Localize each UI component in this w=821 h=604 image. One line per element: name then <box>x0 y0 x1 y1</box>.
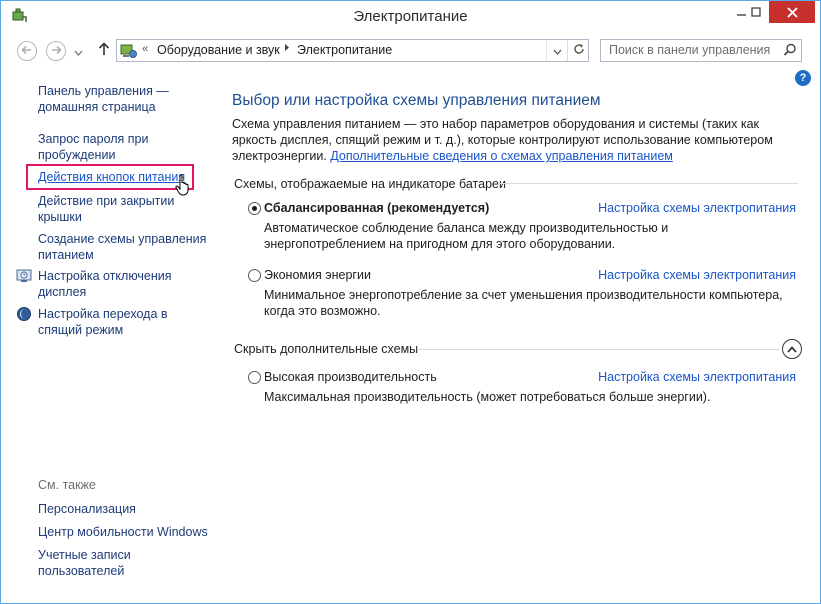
recent-locations-chevron-icon[interactable] <box>74 46 83 60</box>
sidebar-link-lid-close[interactable]: Действие при закрытии крышки <box>38 193 174 225</box>
plan-power-saver-radio[interactable] <box>248 269 261 282</box>
plan-balanced-name[interactable]: Сбалансированная (рекомендуется) <box>264 201 489 215</box>
left-navigation-pane: Панель управления — домашняя страница За… <box>1 68 216 603</box>
see-also-user-accounts[interactable]: Учетные записи пользователей <box>38 547 131 579</box>
breadcrumb-hardware-and-sound[interactable]: Оборудование и звук <box>157 43 280 57</box>
forward-arrow-icon <box>50 44 62 59</box>
sidebar-link-control-panel-home[interactable]: Панель управления — домашняя страница <box>38 83 169 115</box>
sidebar-link-display-off[interactable]: Настройка отключения дисплея <box>38 268 172 300</box>
help-icon[interactable]: ? <box>795 70 811 86</box>
close-button[interactable] <box>769 1 815 23</box>
sidebar-link-password-on-wakeup[interactable]: Запрос пароля при пробуждении <box>38 131 149 163</box>
address-dropdown-button[interactable] <box>546 40 567 61</box>
forward-button[interactable] <box>46 41 66 61</box>
plan-balanced-settings-link[interactable]: Настройка схемы электропитания <box>598 201 796 215</box>
power-options-window: Электропитание « Оборудование и звук Эле… <box>0 0 821 604</box>
intro-more-info-link[interactable]: Дополнительные сведения о схемах управле… <box>330 149 673 163</box>
plan-high-performance-radio[interactable] <box>248 371 261 384</box>
search-placeholder: Поиск в панели управления <box>609 43 771 57</box>
plan-balanced-radio[interactable] <box>248 202 261 215</box>
plan-power-saver: Экономия энергии Настройка схемы электро… <box>248 268 796 318</box>
window-title: Электропитание <box>353 8 468 25</box>
group-divider <box>498 183 798 184</box>
up-button[interactable] <box>96 41 112 59</box>
plan-power-saver-settings-link[interactable]: Настройка схемы электропитания <box>598 268 796 282</box>
intro-text: Схема управления питанием — это набор па… <box>232 116 792 164</box>
battery-plans-group-heading: Схемы, отображаемые на индикаторе батаре… <box>234 177 506 191</box>
see-also-mobility-center[interactable]: Центр мобильности Windows <box>38 524 208 540</box>
see-also-personalization[interactable]: Персонализация <box>38 501 136 517</box>
see-also-heading: См. также <box>38 478 96 492</box>
maximize-button[interactable] <box>742 1 769 23</box>
plan-balanced-description: Автоматическое соблюдение баланса между … <box>264 221 669 251</box>
search-box[interactable]: Поиск в панели управления <box>600 39 802 62</box>
group-divider <box>418 349 780 350</box>
chevron-down-icon <box>553 44 562 58</box>
plan-balanced: Сбалансированная (рекомендуется) Настрой… <box>248 201 796 251</box>
hand-cursor-icon <box>175 174 193 199</box>
back-arrow-icon <box>21 44 33 59</box>
up-arrow-icon <box>98 41 110 59</box>
breadcrumb-separator-icon[interactable] <box>284 43 290 55</box>
refresh-icon <box>573 43 585 58</box>
refresh-button[interactable] <box>567 40 589 61</box>
navigation-bar: « Оборудование и звук Электропитание Пои… <box>1 32 820 68</box>
title-bar: Электропитание <box>1 1 820 32</box>
sidebar-link-create-plan[interactable]: Создание схемы управления питанием <box>38 231 206 263</box>
search-icon[interactable] <box>783 43 797 60</box>
plan-high-performance: Высокая производительность Настройка схе… <box>248 370 796 406</box>
breadcrumb-overflow[interactable]: « <box>142 43 148 55</box>
display-settings-icon <box>16 268 32 287</box>
collapse-additional-plans-button[interactable] <box>782 339 802 359</box>
plan-high-performance-description: Максимальная производительность (может п… <box>264 390 711 404</box>
hide-additional-plans-heading: Скрыть дополнительные схемы <box>234 342 419 356</box>
sidebar-link-sleep[interactable]: Настройка перехода в спящий режим <box>38 306 168 338</box>
plan-power-saver-name[interactable]: Экономия энергии <box>264 268 371 282</box>
page-title: Выбор или настройка схемы управления пит… <box>232 92 601 109</box>
sleep-moon-icon <box>16 306 32 325</box>
control-panel-icon <box>120 43 138 62</box>
plan-high-performance-name[interactable]: Высокая производительность <box>264 370 437 384</box>
chevron-up-icon <box>787 342 797 356</box>
plan-power-saver-description: Минимальное энергопотребление за счет ум… <box>264 288 783 318</box>
breadcrumb-power-options[interactable]: Электропитание <box>297 43 392 57</box>
address-bar[interactable]: « Оборудование и звук Электропитание <box>116 39 589 62</box>
sidebar-link-power-buttons[interactable]: Действия кнопок питания <box>38 169 185 185</box>
plan-high-performance-settings-link[interactable]: Настройка схемы электропитания <box>598 370 796 384</box>
back-button[interactable] <box>17 41 37 61</box>
